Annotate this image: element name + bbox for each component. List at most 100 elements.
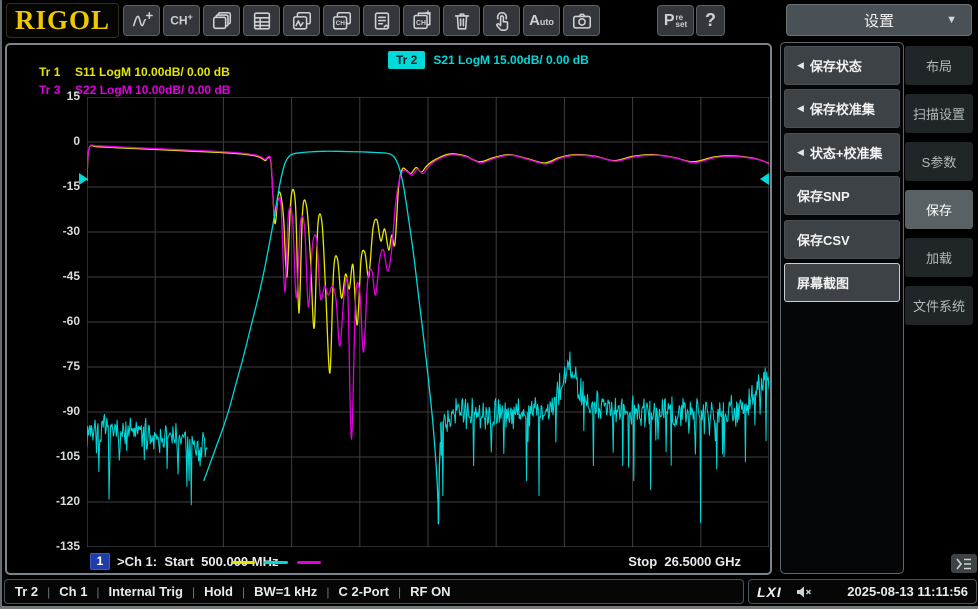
submenu-item-label: 屏幕截图 — [797, 276, 850, 291]
trace-s21 — [203, 150, 441, 525]
s-parameter-plot[interactable] — [87, 97, 769, 547]
status-item-4: Hold — [204, 584, 233, 599]
sidebar: 设置 ▼ ◀ 保存状态 ◀ 保存校准集 ◀ 状态+校准集 保存SNP 保存CSV 屏幕截图 布局… — [776, 0, 978, 577]
submenu-arrow-icon: ◀ — [797, 103, 804, 114]
vna-screen: RIGOL CH+ CH+ CH Auto P re set ? Tr 1 S11 Lo… — [0, 0, 978, 609]
submenu-item-2[interactable]: ◀ 保存校准集 — [784, 89, 900, 129]
channel-table-button[interactable] — [243, 5, 280, 36]
add-channel-button[interactable]: CH+ — [163, 5, 200, 36]
y-axis-tick: -135 — [55, 539, 80, 553]
submenu-item-label: 保存SNP — [797, 189, 850, 205]
auto-scale-button[interactable]: Auto — [523, 5, 560, 36]
ref-level-marker-right — [760, 173, 769, 185]
y-axis-tick: -60 — [62, 314, 80, 328]
tab-2[interactable]: 扫描设置 — [905, 94, 973, 133]
status-separator: | — [47, 584, 51, 599]
graph-panel: Tr 1 S11 LogM 10.00dB/ 0.00 dB Tr 3 S22 Lo… — [5, 43, 772, 575]
preset-button[interactable]: P re set — [657, 5, 694, 36]
stack-channel-icon: CH+ — [332, 11, 351, 30]
y-axis-tick: 0 — [73, 134, 80, 148]
help-icon: ? — [705, 10, 716, 30]
collapse-menu-icon — [956, 558, 971, 569]
measure-setup-icon — [374, 11, 389, 30]
y-axis-tick: -30 — [62, 224, 80, 238]
tab-6[interactable]: 文件系统 — [905, 286, 973, 325]
status-item-5: BW=1 kHz — [254, 584, 318, 599]
trace2-settings: S21 LogM 15.00dB/ 0.00 dB — [433, 53, 589, 67]
channel-table-icon — [253, 11, 270, 30]
submenu-item-1[interactable]: ◀ 保存状态 — [784, 46, 900, 85]
channel-badge: 1 — [90, 553, 110, 570]
add-channel-icon: CH+ — [170, 12, 193, 28]
rigol-logo: RIGOL — [6, 3, 119, 38]
channel-copy-icon: CH — [412, 9, 431, 29]
settings-dropdown[interactable]: 设置 ▼ — [786, 4, 972, 36]
status-item-7: RF ON — [410, 584, 451, 599]
status-item-2: Ch 1 — [59, 584, 88, 599]
y-axis-tick: -45 — [62, 269, 80, 283]
help-button[interactable]: ? — [696, 5, 725, 36]
channel-copy-button[interactable]: CH — [403, 5, 440, 36]
submenu-arrow-icon: ◀ — [797, 146, 804, 157]
auto-scale-icon: Auto — [529, 12, 554, 29]
submenu-item-label: 保存CSV — [797, 232, 850, 248]
touch-button[interactable] — [483, 5, 520, 36]
y-axis-tick: -15 — [62, 179, 80, 193]
y-axis-tick: -75 — [62, 359, 80, 373]
active-trace-badge: Tr 2 — [388, 51, 426, 69]
submenu-item-6[interactable]: 屏幕截图 — [784, 263, 900, 302]
status-item-6: C 2-Port — [338, 584, 389, 599]
measure-setup-button[interactable] — [363, 5, 400, 36]
trace2-color-line — [264, 561, 288, 564]
status-separator: | — [241, 584, 246, 599]
status-separator: | — [398, 584, 402, 599]
tab-4[interactable]: 保存 — [905, 190, 973, 229]
screenshot-button[interactable] — [563, 5, 600, 36]
preset-icon: P — [663, 11, 675, 29]
trace-s21-noise — [87, 414, 208, 506]
preset-label-bottom: set — [675, 19, 688, 29]
menu-collapse-button[interactable] — [951, 554, 977, 573]
tab-1[interactable]: 布局 — [905, 46, 973, 85]
submenu-item-3[interactable]: ◀ 状态+校准集 — [784, 132, 900, 172]
status-left-segment: Tr 2 | Ch 1 | Internal Trig | Hold | BW=1 kHz | C … — [4, 579, 744, 604]
tab-3[interactable]: S参数 — [905, 142, 973, 181]
chevron-down-icon: ▼ — [946, 14, 957, 26]
submenu-item-label: 保存状态 — [809, 59, 862, 74]
trace3-settings: S22 LogM 10.00dB/ 0.00 dB — [75, 83, 231, 97]
submenu-item-4[interactable]: 保存SNP — [784, 176, 900, 216]
ref-level-marker-left — [79, 173, 88, 185]
delete-icon — [454, 12, 469, 30]
y-axis-tick: 15 — [66, 89, 80, 103]
tab-5[interactable]: 加载 — [905, 238, 973, 277]
speaker-muted-icon — [796, 585, 812, 599]
status-bar: Tr 2 | Ch 1 | Internal Trig | Hold | BW=1 kHz | C … — [2, 577, 978, 606]
stack-channel-button[interactable]: CH+ — [323, 5, 360, 36]
stop-frequency-label[interactable]: Stop 26.5000 GHz — [601, 554, 741, 569]
window-layout-button[interactable] — [203, 5, 240, 36]
svg-text:CH+: CH+ — [335, 20, 348, 27]
y-axis-tick: -105 — [55, 449, 80, 463]
y-axis-tick: -90 — [62, 404, 80, 418]
svg-text:CH: CH — [416, 20, 426, 27]
status-separator: | — [96, 584, 100, 599]
trace-color-legend — [231, 561, 321, 564]
window-layout-icon — [212, 11, 231, 29]
submenu-item-label: 状态+校准集 — [809, 145, 883, 161]
submenu-item-label: 保存校准集 — [809, 102, 875, 118]
stack-trace-button[interactable] — [283, 5, 320, 36]
status-item-3: Internal Trig — [108, 584, 183, 599]
trace2-label[interactable]: Tr 2 S21 LogM 15.00dB/ 0.00 dB — [388, 51, 589, 69]
status-separator: | — [191, 584, 196, 599]
trace3-color-line — [297, 561, 321, 564]
y-axis-tick: -120 — [55, 494, 80, 508]
settings-label: 设置 — [863, 12, 894, 30]
touch-icon — [495, 11, 508, 31]
trace1-color-line — [231, 561, 255, 564]
delete-button[interactable] — [443, 5, 480, 36]
submenu-item-5[interactable]: 保存CSV — [784, 219, 900, 259]
lxi-logo: LXI — [757, 583, 782, 600]
status-item-1: Tr 2 — [15, 584, 39, 599]
add-trace-button[interactable] — [123, 5, 160, 36]
datetime-display: 2025-08-13 11:11:56 — [847, 584, 968, 599]
